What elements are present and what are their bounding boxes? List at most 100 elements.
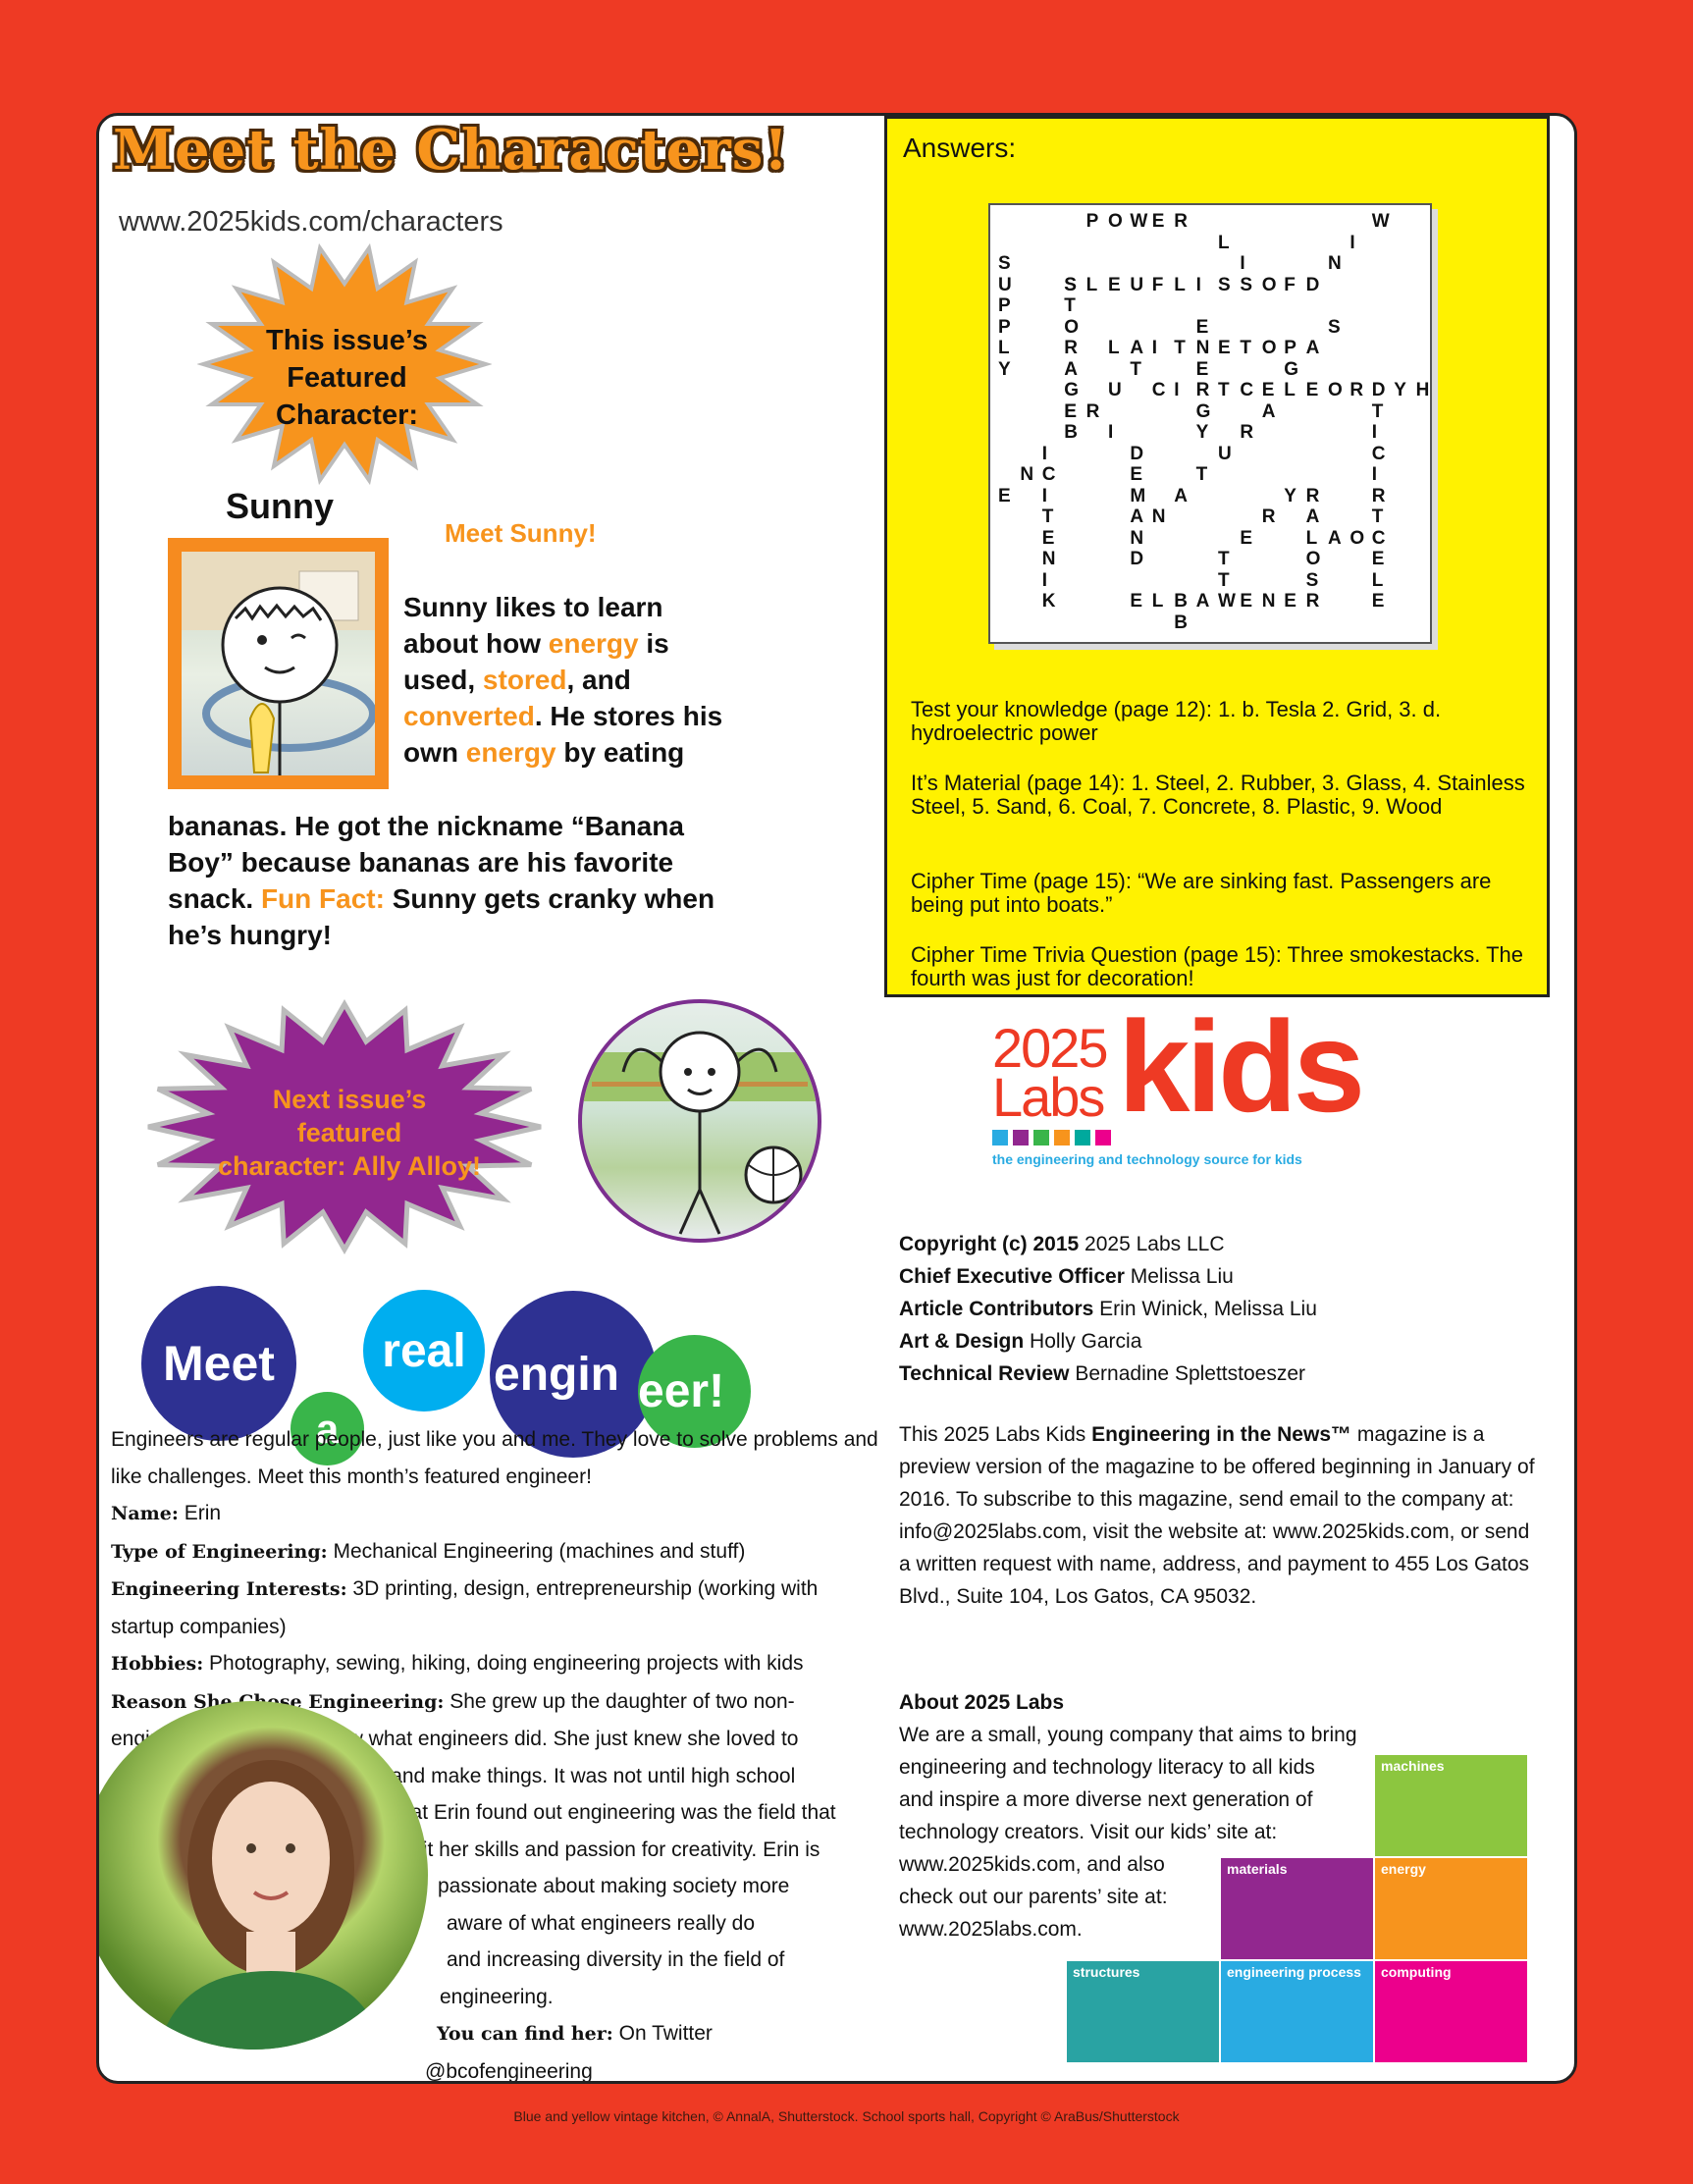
crossword-letter: A (1064, 358, 1078, 380)
character-name: Sunny (226, 486, 335, 526)
crossword-letter: Y (1284, 485, 1296, 506)
ally-drawing (582, 1031, 818, 1235)
crossword-letter: T (1130, 358, 1141, 380)
crossword-letter: B (1064, 422, 1078, 443)
crossword-letter: L (1174, 274, 1186, 295)
crossword-letter: R (1305, 485, 1320, 506)
crossword-letter: L (1371, 569, 1384, 591)
crossword-letter: O (1261, 338, 1277, 358)
engineer-field: Name: Erin (111, 1502, 222, 1524)
crossword-letter: C (1371, 527, 1386, 549)
crossword-letter: L (998, 338, 1010, 358)
credit-line: Chief Executive Officer Melissa Liu (899, 1265, 1234, 1288)
crossword-letter: W (1218, 591, 1236, 612)
sunny-drawing (182, 552, 377, 775)
crossword-solution: POWERWLIINSUPPLYSLEUFLISSOFDSTORAGEESLAI… (988, 203, 1432, 644)
crossword-letter: O (1305, 549, 1321, 569)
crossword-letter: F (1151, 274, 1164, 295)
engineer-intro: Engineers are regular people, just like … (111, 1428, 878, 1488)
twitter-handle[interactable]: @bcofengineering (111, 2053, 886, 2082)
meet-bubble: Meet (141, 1286, 296, 1441)
crossword-letter: I (1041, 569, 1048, 591)
crossword-letter: N (1020, 464, 1034, 485)
tile-engineering-process[interactable]: engineering process (1221, 1961, 1373, 2062)
engineer-field: Hobbies: Photography, sewing, hiking, do… (111, 1652, 804, 1675)
crossword-letter: S (1305, 569, 1319, 591)
text-segment: energy (548, 628, 639, 659)
crossword-letter: I (1240, 253, 1245, 274)
text-segment: stored (482, 665, 567, 695)
crossword-letter: T (1041, 506, 1054, 527)
crossword-letter: L (1085, 274, 1098, 295)
crossword-letter: C (1041, 464, 1056, 485)
crossword-letter: L (1151, 591, 1164, 612)
crossword-letter: G (1195, 400, 1211, 422)
crossword-letter: I (1195, 274, 1201, 295)
crossword-letter: Y (998, 358, 1011, 380)
engineer-field: Type of Engineering: Mechanical Engineer… (111, 1539, 746, 1563)
crossword-letter: R (1305, 591, 1320, 612)
crossword-letter: M (1130, 485, 1146, 506)
page-panel: Meet the Characters! www.2025kids.com/ch… (96, 113, 1577, 2084)
crossword-letter: I (1349, 232, 1355, 253)
crossword-letter: E (1284, 591, 1296, 612)
crossword-letter: D (1130, 549, 1144, 569)
crossword-letter: O (1108, 211, 1123, 232)
crossword-letter: U (1218, 443, 1232, 464)
tile-materials[interactable]: materials (1221, 1858, 1373, 1959)
crossword-letter: C (1151, 380, 1166, 400)
crossword-letter: A (1261, 400, 1276, 422)
crossword-letter: R (1261, 506, 1276, 527)
crossword-letter: N (1151, 506, 1166, 527)
tile-computing[interactable]: computing (1375, 1961, 1527, 2062)
crossword-letter: P (1085, 211, 1099, 232)
crossword-letter: C (1240, 380, 1254, 400)
reason-line: She grew up the daughter of two non- (444, 1689, 795, 1713)
crossword-letter: P (1284, 338, 1296, 358)
logo-swatch (1054, 1130, 1070, 1145)
crossword-letter: O (1328, 380, 1343, 400)
text-segment: , and (566, 665, 631, 695)
crossword-letter: E (1108, 274, 1121, 295)
crossword-letter: T (1174, 338, 1186, 358)
logo-swatch (1013, 1130, 1029, 1145)
crossword-letter: A (1195, 591, 1210, 612)
crossword-letter: E (1130, 591, 1143, 612)
crossword-letter: O (1349, 527, 1365, 549)
crossword-letter: C (1371, 443, 1386, 464)
crossword-letter: R (1371, 485, 1386, 506)
sunny-portrait (168, 538, 389, 789)
crossword-letter: U (1108, 380, 1122, 400)
crossword-letter: N (1261, 591, 1276, 612)
crossword-letter: E (1240, 527, 1253, 549)
logo-tagline: the engineering and technology source fo… (992, 1151, 1302, 1167)
crossword-letter: A (1130, 338, 1144, 358)
crossword-letter: D (1130, 443, 1144, 464)
crossword-letter: T (1064, 295, 1076, 316)
crossword-letter: E (1041, 527, 1055, 549)
text-segment: by eating (556, 737, 685, 768)
crossword-letter: Y (1195, 422, 1209, 443)
crossword-letter: R (1085, 400, 1100, 422)
crossword-letter: E (1130, 464, 1143, 485)
tile-energy[interactable]: energy (1375, 1858, 1527, 1959)
answer-test-knowledge: Test your knowledge (page 12): 1. b. Tes… (911, 697, 1442, 745)
crossword-letter: G (1284, 358, 1298, 380)
crossword-letter: H (1415, 380, 1430, 400)
tile-machines[interactable]: machines (1375, 1755, 1527, 1856)
crossword-letter: E (1240, 591, 1253, 612)
crossword-letter: T (1218, 549, 1230, 569)
magazine-info: This 2025 Labs Kids Engineering in the N… (899, 1423, 1535, 1608)
crossword-letter: T (1371, 506, 1384, 527)
crossword-letter: R (1195, 380, 1210, 400)
credit-line: Art & Design Holly Garcia (899, 1330, 1142, 1353)
crossword-letter: E (1064, 400, 1077, 422)
about-line: We are a small, young company that aims … (899, 1724, 1357, 1746)
answer-cipher-time: Cipher Time (page 15): “We are sinking f… (911, 869, 1492, 917)
tile-structures[interactable]: structures (1067, 1961, 1219, 2062)
characters-url[interactable]: www.2025kids.com/characters (119, 206, 503, 239)
crossword-letter: S (1328, 316, 1341, 338)
crossword-letter: R (1349, 380, 1364, 400)
crossword-letter: K (1041, 591, 1056, 612)
crossword-letter: Y (1394, 380, 1406, 400)
